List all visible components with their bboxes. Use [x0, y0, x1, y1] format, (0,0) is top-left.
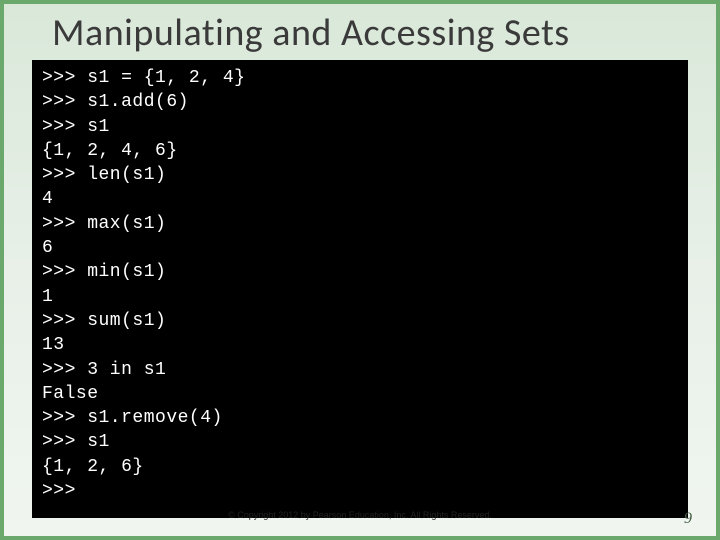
page-number: 9 [684, 510, 692, 528]
slide-title: Manipulating and Accessing Sets [4, 4, 716, 60]
copyright-text: © Copyright 2012 by Pearson Education, I… [4, 510, 716, 520]
code-block: >>> s1 = {1, 2, 4} >>> s1.add(6) >>> s1 … [32, 60, 688, 518]
